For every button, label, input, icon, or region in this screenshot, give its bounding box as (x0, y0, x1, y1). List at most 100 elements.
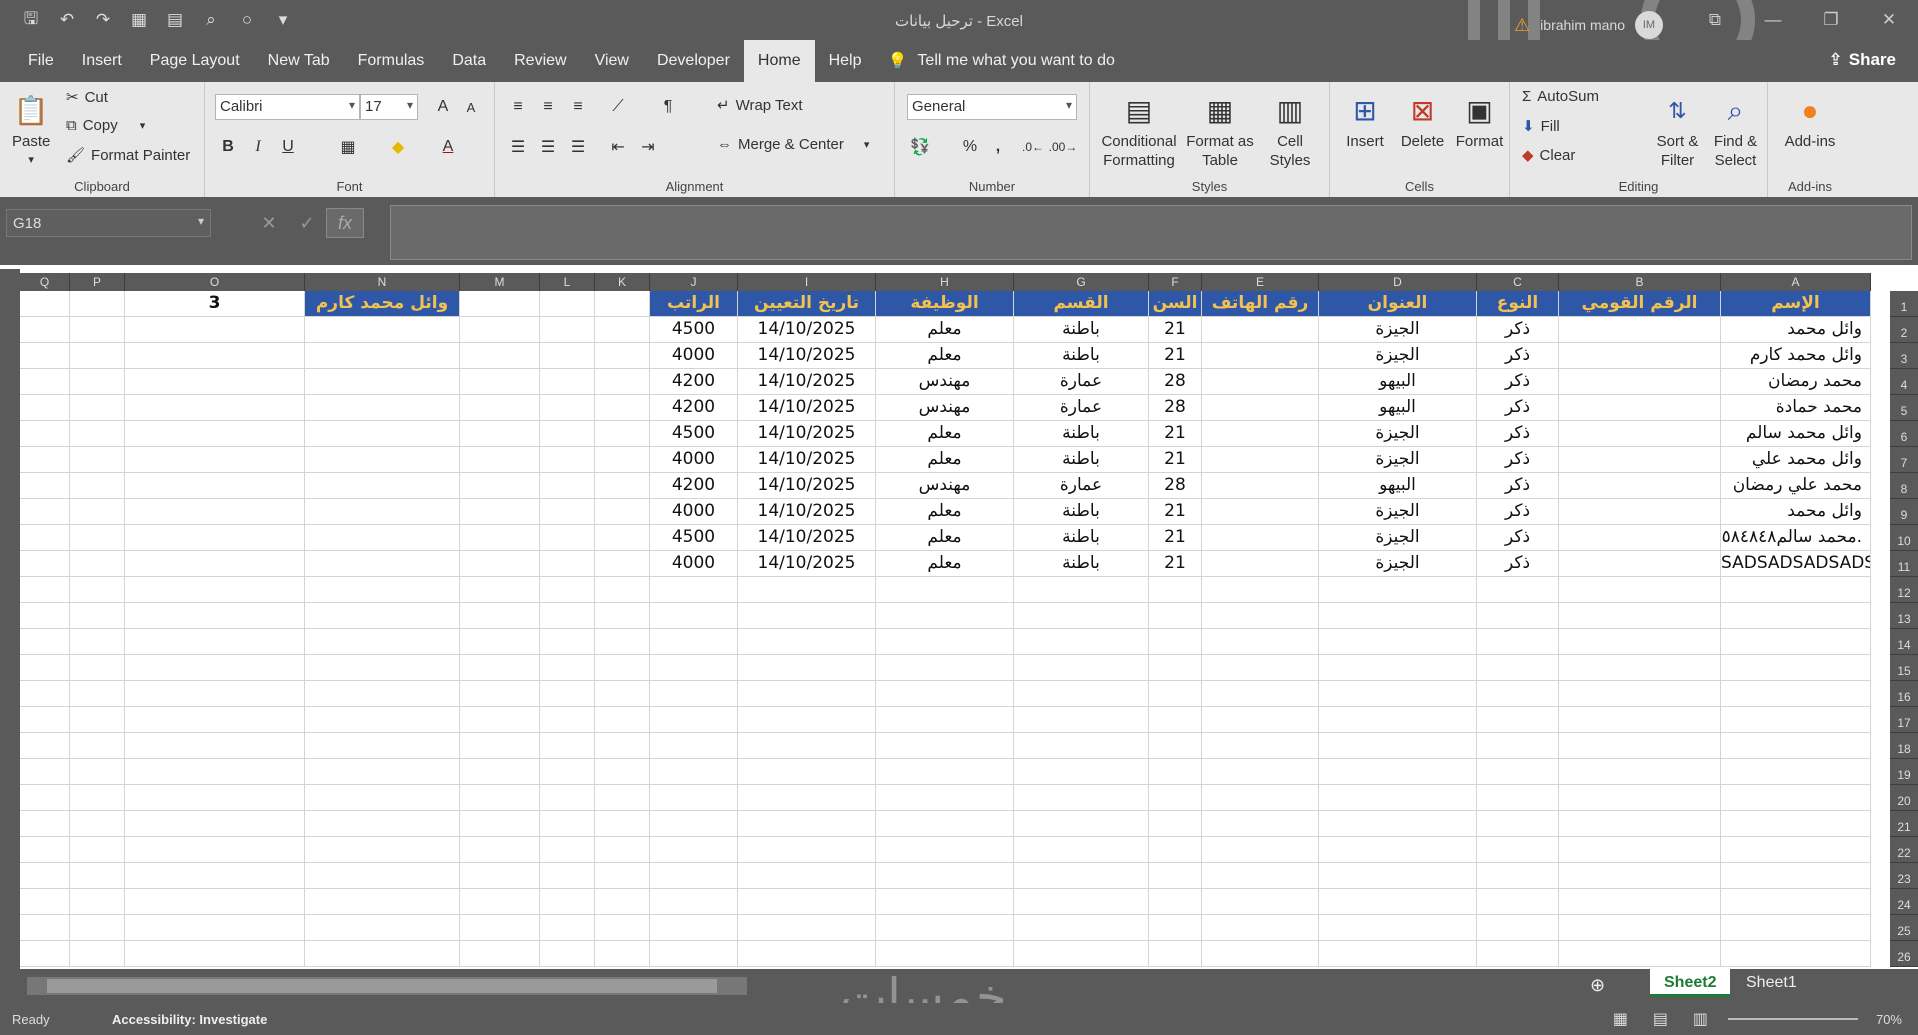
grid-cell[interactable] (70, 837, 125, 863)
decrease-indent-icon[interactable]: ⇤ (605, 134, 631, 160)
grid-cell[interactable] (1014, 759, 1149, 785)
column-header-g[interactable]: G (1014, 273, 1149, 291)
column-header-p[interactable]: P (70, 273, 125, 291)
grid-cell[interactable] (125, 395, 305, 421)
grid-cell[interactable] (1014, 629, 1149, 655)
cell-o1[interactable]: 3 (125, 291, 305, 317)
grid-cell[interactable] (650, 655, 738, 681)
grid-cell[interactable] (1721, 915, 1871, 941)
grid-cell[interactable] (540, 837, 595, 863)
grid-cell[interactable] (1559, 577, 1721, 603)
grid-cell[interactable] (1014, 785, 1149, 811)
grid-cell[interactable] (460, 525, 540, 551)
grid-cell[interactable] (650, 707, 738, 733)
grid-cell[interactable] (1559, 707, 1721, 733)
grid-cell[interactable] (20, 551, 70, 577)
currency-icon[interactable]: 💱 (907, 134, 933, 160)
grid-cell[interactable] (125, 889, 305, 915)
cell-g7[interactable]: باطنة (1014, 447, 1149, 473)
grid-cell[interactable] (1319, 655, 1477, 681)
grid-cell[interactable] (305, 811, 460, 837)
grid-cell[interactable] (540, 343, 595, 369)
cell-c7[interactable]: ذكر (1477, 447, 1559, 473)
cell-i10[interactable]: 14/10/2025 (738, 525, 876, 551)
row-header-12[interactable]: 12 (1890, 577, 1918, 603)
cell-b9[interactable] (1559, 499, 1721, 525)
grid-cell[interactable] (540, 629, 595, 655)
formula-input[interactable] (390, 205, 1912, 260)
cell-f4[interactable]: 28 (1149, 369, 1202, 395)
grid-cell[interactable] (305, 941, 460, 967)
decrease-font-icon[interactable]: A (458, 94, 484, 120)
grid-cell[interactable] (20, 941, 70, 967)
cell-e9[interactable] (1202, 499, 1319, 525)
cell-d7[interactable]: الجيزة (1319, 447, 1477, 473)
cell-f8[interactable]: 28 (1149, 473, 1202, 499)
grid-cell[interactable] (70, 551, 125, 577)
cell-d3[interactable]: الجيزة (1319, 343, 1477, 369)
cell-i4[interactable]: 14/10/2025 (738, 369, 876, 395)
grid-cell[interactable] (738, 863, 876, 889)
grid-cell[interactable] (595, 707, 650, 733)
grid-cell[interactable] (125, 447, 305, 473)
grid-cell[interactable] (1202, 837, 1319, 863)
cell-e5[interactable] (1202, 395, 1319, 421)
page-layout-view-icon[interactable]: ▤ (1653, 1009, 1668, 1029)
grid-cell[interactable] (876, 785, 1014, 811)
align-bottom-icon[interactable]: ≡ (565, 94, 591, 120)
cell-e10[interactable] (1202, 525, 1319, 551)
header-i[interactable]: تاريخ التعيين (738, 291, 876, 317)
grid-cell[interactable] (125, 343, 305, 369)
grid-cell[interactable] (70, 317, 125, 343)
cell-g6[interactable]: باطنة (1014, 421, 1149, 447)
grid-cell[interactable] (125, 707, 305, 733)
column-header-j[interactable]: J (650, 273, 738, 291)
header-g[interactable]: القسم (1014, 291, 1149, 317)
grid-cell[interactable] (1202, 785, 1319, 811)
tab-insert[interactable]: Insert (68, 40, 136, 82)
share-button[interactable]: ⇪ Share (1829, 50, 1897, 70)
grid-cell[interactable] (20, 733, 70, 759)
font-name-select[interactable]: Calibri (215, 94, 360, 120)
grid-cell[interactable] (125, 317, 305, 343)
cell-h7[interactable]: معلم (876, 447, 1014, 473)
grid-cell[interactable] (20, 499, 70, 525)
insert-function-icon[interactable]: fx (326, 208, 364, 238)
cell-e2[interactable] (1202, 317, 1319, 343)
grid-cell[interactable] (1477, 707, 1559, 733)
grid-cell[interactable] (1721, 681, 1871, 707)
cell-e4[interactable] (1202, 369, 1319, 395)
grid-cell[interactable] (460, 681, 540, 707)
align-right-icon[interactable]: ☰ (565, 134, 591, 160)
row-header-20[interactable]: 20 (1890, 785, 1918, 811)
grid-cell[interactable] (20, 889, 70, 915)
grid-cell[interactable] (876, 655, 1014, 681)
grid-cell[interactable] (738, 629, 876, 655)
grid-cell[interactable] (1014, 733, 1149, 759)
cell-e3[interactable] (1202, 343, 1319, 369)
grid-cell[interactable] (876, 889, 1014, 915)
grid-cell[interactable] (1559, 941, 1721, 967)
grid-cell[interactable] (20, 915, 70, 941)
font-color-icon[interactable]: A (435, 134, 461, 160)
cell-c11[interactable]: ذكر (1477, 551, 1559, 577)
grid-cell[interactable] (460, 603, 540, 629)
row-header-18[interactable]: 18 (1890, 733, 1918, 759)
cell-b11[interactable] (1559, 551, 1721, 577)
grid-cell[interactable] (1477, 889, 1559, 915)
grid-cell[interactable] (595, 759, 650, 785)
cell-i3[interactable]: 14/10/2025 (738, 343, 876, 369)
increase-decimal-icon[interactable]: .0← (1020, 134, 1046, 160)
grid-cell[interactable] (1477, 603, 1559, 629)
row-header-14[interactable]: 14 (1890, 629, 1918, 655)
grid-cell[interactable] (1319, 577, 1477, 603)
cell-a7[interactable]: وائل محمد علي (1721, 447, 1871, 473)
cell-f6[interactable]: 21 (1149, 421, 1202, 447)
grid-cell[interactable] (595, 863, 650, 889)
cell-a3[interactable]: وائل محمد كارم (1721, 343, 1871, 369)
grid-cell[interactable] (738, 759, 876, 785)
avatar[interactable]: IM (1635, 11, 1663, 39)
grid-cell[interactable] (70, 629, 125, 655)
column-header-h[interactable]: H (876, 273, 1014, 291)
grid-cell[interactable] (1721, 603, 1871, 629)
